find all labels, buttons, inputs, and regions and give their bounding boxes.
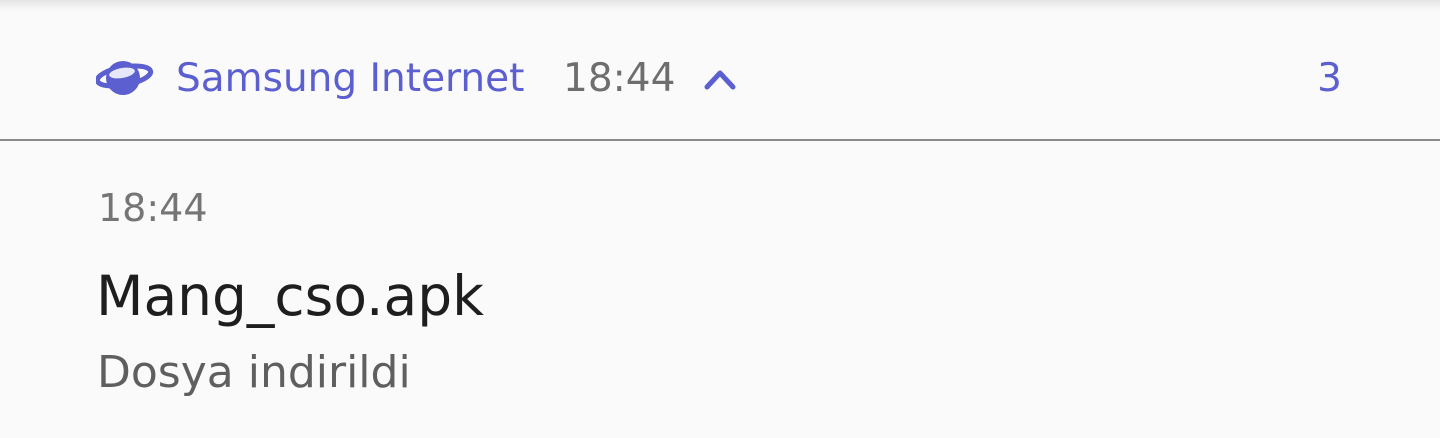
samsung-internet-planet-icon <box>94 54 154 98</box>
chevron-up-icon[interactable] <box>702 64 738 94</box>
notification-title: Mang_cso.apk <box>96 264 484 328</box>
notification-count: 3 <box>1317 56 1342 101</box>
notification-text: Dosya indirildi <box>97 347 411 398</box>
notification-header[interactable]: Samsung Internet 18:44 3 <box>0 12 1440 141</box>
download-notification[interactable]: Samsung Internet 18:44 3 18:44 Mang_cso.… <box>0 0 1440 438</box>
body-timestamp: 18:44 <box>98 186 208 230</box>
app-name: Samsung Internet <box>176 56 525 101</box>
header-timestamp: 18:44 <box>563 56 676 101</box>
